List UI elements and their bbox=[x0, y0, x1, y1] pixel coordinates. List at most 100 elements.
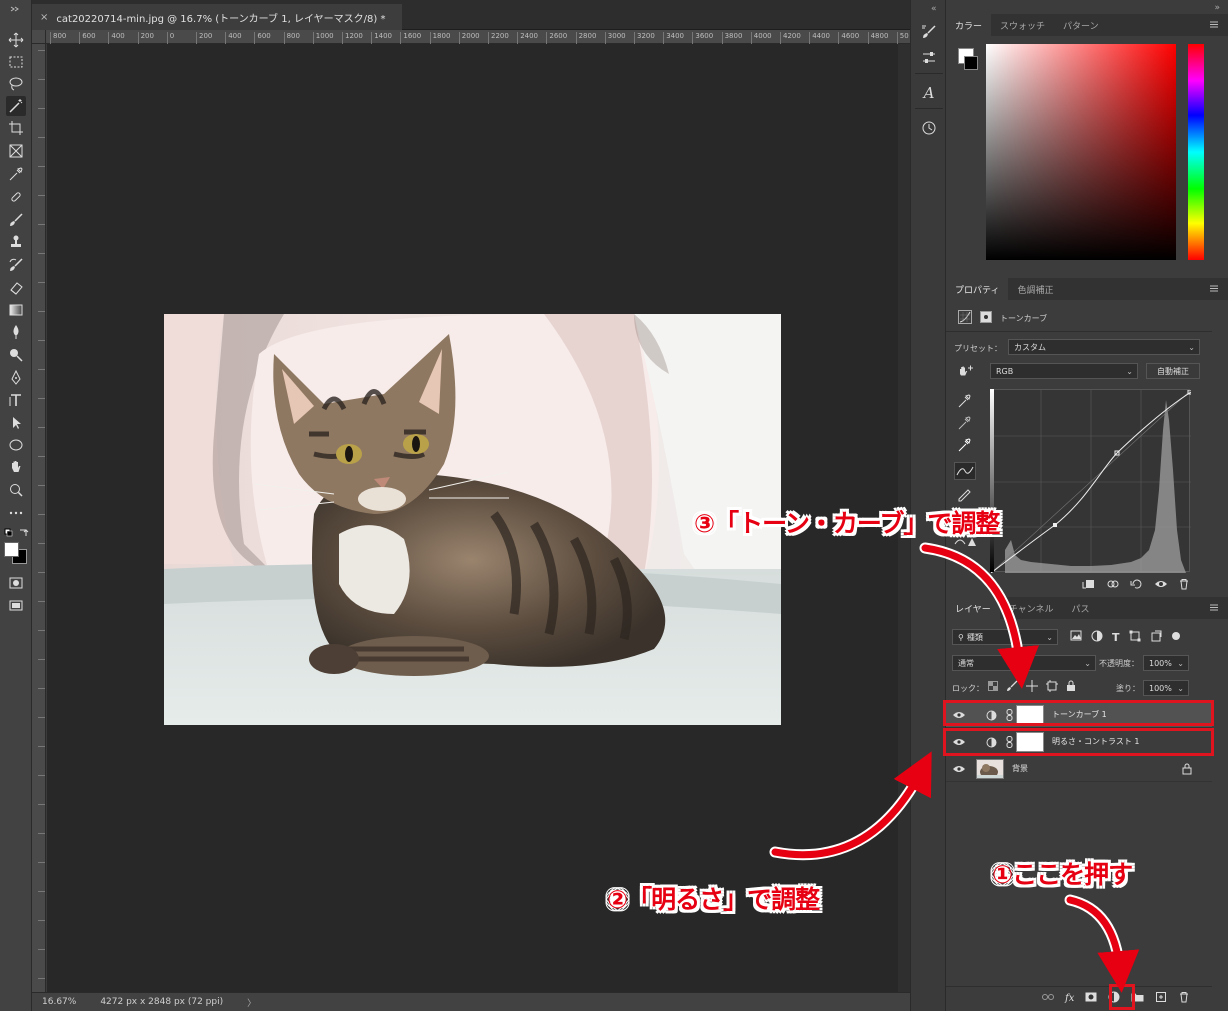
lock-position-icon[interactable] bbox=[1026, 679, 1038, 695]
layer-style-fx-icon[interactable]: fx bbox=[1065, 993, 1074, 1004]
tab-color[interactable]: カラー bbox=[946, 14, 992, 36]
auto-button[interactable]: 自動補正 bbox=[1146, 363, 1200, 379]
path-selection-tool-icon[interactable] bbox=[6, 413, 26, 433]
history-panel-icon[interactable] bbox=[919, 118, 939, 138]
view-previous-state-icon[interactable] bbox=[1106, 578, 1120, 593]
opacity-field[interactable]: 100% ⌄ bbox=[1143, 655, 1189, 671]
toolbar-collapse-icon[interactable] bbox=[6, 4, 26, 14]
zoom-tool-icon[interactable] bbox=[6, 480, 26, 500]
pen-tool-icon[interactable] bbox=[6, 368, 26, 388]
delete-layer-icon[interactable] bbox=[1178, 991, 1190, 1006]
color-bg-swatch[interactable] bbox=[964, 56, 978, 70]
layer-row-background[interactable]: 背景 bbox=[946, 756, 1212, 782]
smart-object-filter-icon[interactable] bbox=[1150, 630, 1162, 645]
lock-transparency-icon[interactable] bbox=[988, 680, 998, 694]
tools-panel bbox=[0, 0, 32, 1011]
channel-dropdown[interactable]: RGB ⌄ bbox=[990, 363, 1138, 379]
target-adjustment-hand-icon[interactable] bbox=[956, 364, 974, 378]
ruler-tick-label: 2200 bbox=[488, 32, 509, 44]
move-tool-icon[interactable] bbox=[6, 30, 26, 50]
tab-layers[interactable]: レイヤー bbox=[946, 597, 1000, 619]
lock-all-icon[interactable] bbox=[1066, 680, 1076, 695]
properties-panel-menu-icon[interactable] bbox=[1208, 282, 1220, 294]
pixel-layer-filter-icon[interactable] bbox=[1070, 630, 1082, 644]
type-layer-filter-icon[interactable]: T bbox=[1112, 631, 1120, 644]
eraser-tool-icon[interactable] bbox=[6, 277, 26, 297]
quick-mask-icon[interactable] bbox=[6, 573, 26, 593]
close-tab-icon[interactable]: × bbox=[40, 12, 48, 23]
layers-panel-menu-icon[interactable] bbox=[1208, 601, 1220, 613]
lasso-tool-icon[interactable] bbox=[6, 74, 26, 94]
ruler-tick-label: 400 bbox=[108, 32, 125, 44]
layer-mask-icon[interactable] bbox=[980, 311, 992, 323]
curve-point-tool-icon[interactable] bbox=[954, 462, 976, 480]
zoom-level[interactable]: 16.67% bbox=[42, 997, 76, 1007]
magic-wand-tool-icon[interactable] bbox=[6, 96, 26, 116]
black-point-eyedropper-icon[interactable] bbox=[956, 393, 972, 409]
color-panel-menu-icon[interactable] bbox=[1208, 18, 1220, 30]
healing-brush-tool-icon[interactable] bbox=[6, 187, 26, 207]
foreground-color-swatch[interactable] bbox=[4, 542, 19, 557]
eyedropper-tool-icon[interactable] bbox=[6, 164, 26, 184]
dodge-tool-icon[interactable] bbox=[6, 345, 26, 365]
add-mask-icon[interactable] bbox=[1085, 992, 1097, 1005]
collapse-column-icon[interactable]: « bbox=[931, 4, 937, 14]
curves-graph[interactable] bbox=[990, 389, 1193, 574]
default-colors-icon[interactable] bbox=[4, 528, 30, 538]
white-point-eyedropper-icon[interactable] bbox=[956, 437, 972, 453]
marquee-tool-icon[interactable] bbox=[6, 52, 26, 72]
hand-tool-icon[interactable] bbox=[6, 457, 26, 477]
brush-tool-icon[interactable] bbox=[6, 210, 26, 230]
reset-adjustment-icon[interactable] bbox=[1130, 578, 1144, 593]
tab-adjustments[interactable]: 色調補正 bbox=[1008, 278, 1062, 300]
ruler-tick bbox=[38, 978, 45, 979]
lock-artboard-icon[interactable] bbox=[1046, 679, 1058, 695]
document-tab[interactable]: × cat20220714-min.jpg @ 16.7% (トーンカーブ 1,… bbox=[32, 4, 402, 30]
visibility-eye-icon[interactable] bbox=[946, 765, 972, 773]
filter-toggle-icon[interactable] bbox=[1171, 631, 1181, 644]
preset-dropdown[interactable]: カスタム ⌄ bbox=[1008, 339, 1200, 355]
frame-tool-icon[interactable] bbox=[6, 141, 26, 161]
hue-slider[interactable] bbox=[1188, 44, 1204, 260]
blend-mode-dropdown[interactable]: 通常 ⌄ bbox=[952, 655, 1096, 671]
blur-tool-icon[interactable] bbox=[6, 322, 26, 342]
color-field[interactable] bbox=[986, 44, 1176, 260]
ruler-origin[interactable] bbox=[32, 30, 46, 44]
tab-channels[interactable]: チャンネル bbox=[1000, 597, 1063, 619]
shape-layer-filter-icon[interactable] bbox=[1129, 630, 1141, 645]
screen-mode-icon[interactable] bbox=[6, 596, 26, 616]
more-tools-icon[interactable] bbox=[6, 503, 26, 523]
pencil-draw-icon[interactable] bbox=[956, 486, 972, 502]
ruler-tick-label: 2800 bbox=[575, 32, 596, 44]
tab-properties[interactable]: プロパティ bbox=[946, 278, 1009, 300]
properties-panel-tabs: プロパティ 色調補正 bbox=[946, 278, 1228, 300]
status-chevron-icon[interactable]: 〉 bbox=[247, 996, 256, 1009]
link-layers-icon[interactable] bbox=[1042, 993, 1054, 1004]
highlight-tone-curve-layer bbox=[943, 700, 1214, 726]
brush-settings-icon[interactable] bbox=[919, 22, 939, 42]
crop-tool-icon[interactable] bbox=[6, 118, 26, 138]
clip-to-layer-icon[interactable] bbox=[1082, 578, 1096, 593]
tab-swatches[interactable]: スウォッチ bbox=[991, 14, 1054, 36]
collapse-dock-icon[interactable]: » bbox=[1214, 3, 1220, 13]
fill-field[interactable]: 100% ⌄ bbox=[1143, 680, 1189, 696]
clone-stamp-tool-icon[interactable] bbox=[6, 232, 26, 252]
ellipse-tool-icon[interactable] bbox=[6, 435, 26, 455]
gray-point-eyedropper-icon[interactable] bbox=[956, 415, 972, 431]
new-layer-icon[interactable] bbox=[1155, 991, 1167, 1006]
layer-filter-dropdown[interactable]: ⚲ 種類 ⌄ bbox=[952, 629, 1058, 645]
adjustment-layer-filter-icon[interactable] bbox=[1091, 630, 1103, 645]
type-tool-icon[interactable] bbox=[6, 390, 26, 410]
tab-paths[interactable]: パス bbox=[1062, 597, 1098, 619]
character-panel-icon[interactable]: A bbox=[919, 83, 939, 103]
layer-thumbnail[interactable] bbox=[976, 759, 1004, 779]
adjustments-sliders-icon[interactable] bbox=[919, 48, 939, 68]
gradient-tool-icon[interactable] bbox=[6, 300, 26, 320]
lock-pixels-icon[interactable] bbox=[1006, 680, 1018, 695]
ruler-tick bbox=[38, 108, 45, 109]
ruler-tick-label: 1200 bbox=[342, 32, 363, 44]
tab-patterns[interactable]: パターン bbox=[1054, 14, 1108, 36]
history-brush-tool-icon[interactable] bbox=[6, 255, 26, 275]
delete-adjustment-icon[interactable] bbox=[1178, 578, 1190, 593]
toggle-visibility-icon[interactable] bbox=[1154, 578, 1168, 593]
